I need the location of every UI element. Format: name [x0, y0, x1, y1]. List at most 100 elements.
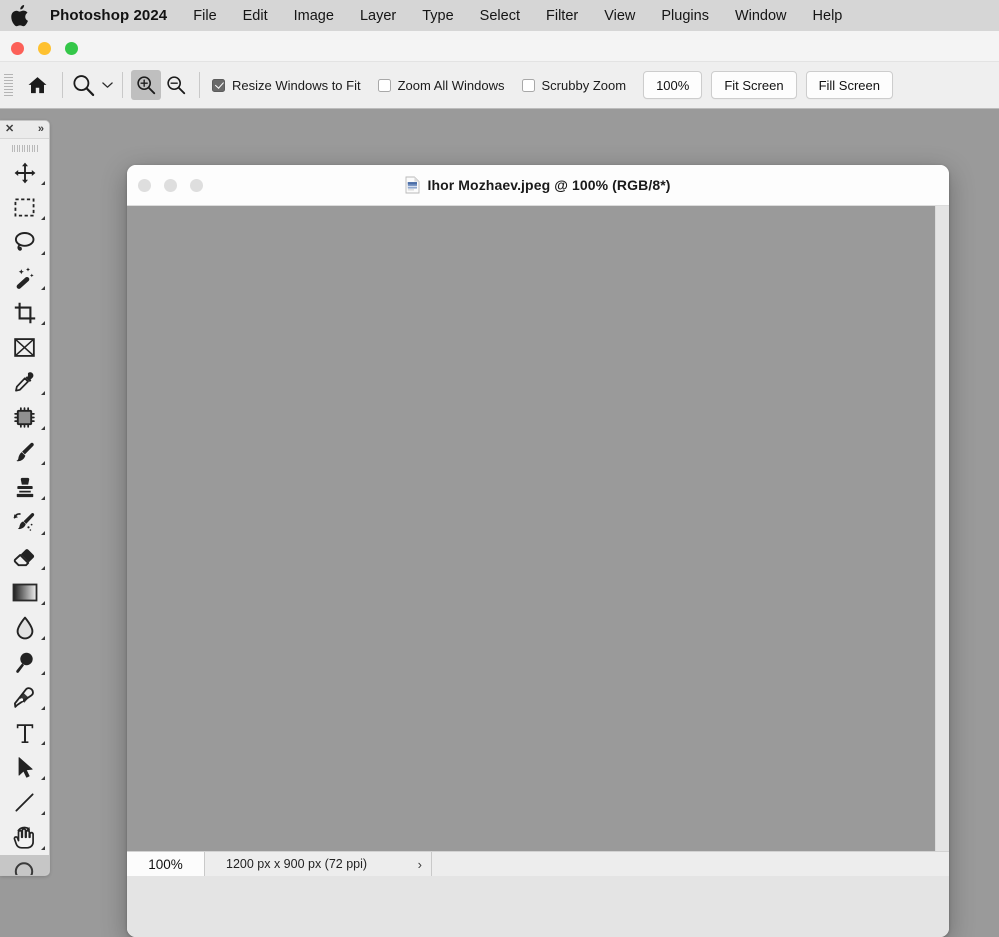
tool-submenu-indicator[interactable] — [41, 251, 45, 255]
current-tool-group[interactable] — [71, 72, 114, 98]
type-tool[interactable] — [0, 715, 49, 750]
tool-submenu-indicator[interactable] — [41, 181, 45, 185]
document-minimize-button[interactable] — [164, 179, 177, 192]
document-close-button[interactable] — [138, 179, 151, 192]
eyedropper-tool[interactable] — [0, 365, 49, 400]
menu-item-view[interactable]: View — [604, 8, 635, 24]
zoom-circle-icon — [14, 861, 33, 875]
zoom-in-button[interactable] — [131, 70, 161, 100]
menu-item-file[interactable]: File — [193, 8, 216, 24]
home-icon[interactable] — [20, 70, 54, 100]
frame-icon — [14, 338, 35, 357]
scrubby-zoom-checkbox[interactable]: Scrubby Zoom — [521, 77, 627, 93]
tool-submenu-indicator[interactable] — [41, 531, 45, 535]
tool-submenu-indicator[interactable] — [41, 811, 45, 815]
magic-wand-icon — [16, 267, 34, 289]
menu-item-select[interactable]: Select — [480, 8, 520, 24]
tool-submenu-indicator[interactable] — [41, 741, 45, 745]
frame-tool[interactable] — [0, 330, 49, 365]
zoom-level-field[interactable]: 100% — [127, 852, 205, 876]
history-brush-tool[interactable] — [0, 505, 49, 540]
vertical-scrollbar[interactable] — [935, 206, 949, 851]
blur-droplet-icon — [16, 616, 33, 639]
chevron-down-icon[interactable] — [100, 72, 114, 98]
image-canvas[interactable] — [127, 206, 935, 851]
resize-windows-to-fit-checkbox[interactable]: Resize Windows to Fit — [212, 78, 361, 93]
tools-panel-grip[interactable] — [0, 139, 49, 155]
lasso-tool[interactable] — [0, 225, 49, 260]
tool-submenu-indicator[interactable] — [41, 636, 45, 640]
dodge-tool[interactable] — [0, 645, 49, 680]
maximize-button[interactable] — [65, 42, 78, 55]
menu-item-image[interactable]: Image — [294, 8, 334, 24]
menu-item-edit[interactable]: Edit — [243, 8, 268, 24]
spot-healing-brush-tool[interactable] — [0, 400, 49, 435]
marquee-icon — [14, 198, 35, 217]
minimize-button[interactable] — [38, 42, 51, 55]
tool-submenu-indicator[interactable] — [41, 496, 45, 500]
menu-item-layer[interactable]: Layer — [360, 8, 396, 24]
brush-icon — [16, 442, 34, 462]
document-dimensions-field[interactable]: 1200 px x 900 px (72 ppi) › — [205, 852, 432, 876]
tool-submenu-indicator[interactable] — [41, 461, 45, 465]
zoom-in-icon — [137, 76, 156, 95]
document-dimensions-label: 1200 px x 900 px (72 ppi) — [226, 857, 368, 871]
checkbox-box — [521, 78, 535, 92]
options-bar-grip[interactable] — [4, 72, 15, 98]
document-title-bar[interactable]: Ihor Mozhaev.jpeg @ 100% (RGB/8*) — [127, 165, 949, 206]
app-name-label[interactable]: Photoshop 2024 — [50, 7, 167, 24]
tool-submenu-indicator[interactable] — [41, 391, 45, 395]
tool-submenu-indicator[interactable] — [41, 566, 45, 570]
tool-submenu-indicator[interactable] — [41, 216, 45, 220]
zoom-out-icon — [167, 76, 186, 95]
scrubby-zoom-label: Scrubby Zoom — [541, 77, 627, 93]
menu-item-filter[interactable]: Filter — [546, 8, 578, 24]
tool-submenu-indicator[interactable] — [41, 426, 45, 430]
tool-submenu-indicator[interactable] — [41, 286, 45, 290]
zoom-100-percent-button[interactable]: 100% — [643, 71, 703, 99]
close-icon[interactable]: ✕ — [5, 124, 14, 135]
fill-screen-button[interactable]: Fill Screen — [805, 71, 893, 99]
document-title-group: Ihor Mozhaev.jpeg @ 100% (RGB/8*) — [127, 165, 949, 205]
tool-submenu-indicator[interactable] — [41, 601, 45, 605]
line-icon — [15, 793, 34, 812]
tool-submenu-indicator[interactable] — [41, 321, 45, 325]
path-selection-tool[interactable] — [0, 750, 49, 785]
menu-item-type[interactable]: Type — [422, 8, 453, 24]
checkbox-box — [212, 78, 225, 92]
blur-tool[interactable] — [0, 610, 49, 645]
status-bar-remainder — [432, 852, 949, 876]
line-tool[interactable] — [0, 785, 49, 820]
close-button[interactable] — [11, 42, 24, 55]
menu-item-window[interactable]: Window — [735, 8, 787, 24]
document-body — [127, 206, 949, 851]
expand-panel-icon[interactable]: » — [38, 124, 44, 135]
tool-submenu-indicator[interactable] — [41, 671, 45, 675]
clone-stamp-tool[interactable] — [0, 470, 49, 505]
zoom-all-windows-checkbox[interactable]: Zoom All Windows — [377, 77, 505, 93]
gradient-tool[interactable] — [0, 575, 49, 610]
fit-screen-button[interactable]: Fit Screen — [711, 71, 797, 99]
menu-item-help[interactable]: Help — [813, 8, 843, 24]
eraser-tool[interactable] — [0, 540, 49, 575]
path-arrow-icon — [18, 757, 33, 778]
tool-submenu-indicator[interactable] — [41, 846, 45, 850]
pen-tool[interactable] — [0, 680, 49, 715]
apple-logo-icon[interactable] — [11, 4, 29, 27]
zoom-tool[interactable] — [0, 855, 49, 875]
chevron-right-icon[interactable]: › — [418, 857, 422, 872]
macos-menu-bar: Photoshop 2024 File Edit Image Layer Typ… — [0, 0, 999, 31]
hand-tool[interactable] — [0, 820, 49, 855]
rectangular-marquee-tool[interactable] — [0, 190, 49, 225]
zoom-out-button[interactable] — [161, 70, 191, 100]
crop-tool[interactable] — [0, 295, 49, 330]
object-selection-tool[interactable] — [0, 260, 49, 295]
tool-submenu-indicator[interactable] — [41, 706, 45, 710]
document-maximize-button[interactable] — [190, 179, 203, 192]
move-tool[interactable] — [0, 155, 49, 190]
brush-tool[interactable] — [0, 435, 49, 470]
menu-item-plugins[interactable]: Plugins — [661, 8, 709, 24]
tool-submenu-indicator[interactable] — [41, 776, 45, 780]
zoom-all-windows-label: Zoom All Windows — [397, 77, 505, 93]
photoshop-application-window: Photoshop 2024 File Edit Image Layer Typ… — [0, 0, 999, 937]
